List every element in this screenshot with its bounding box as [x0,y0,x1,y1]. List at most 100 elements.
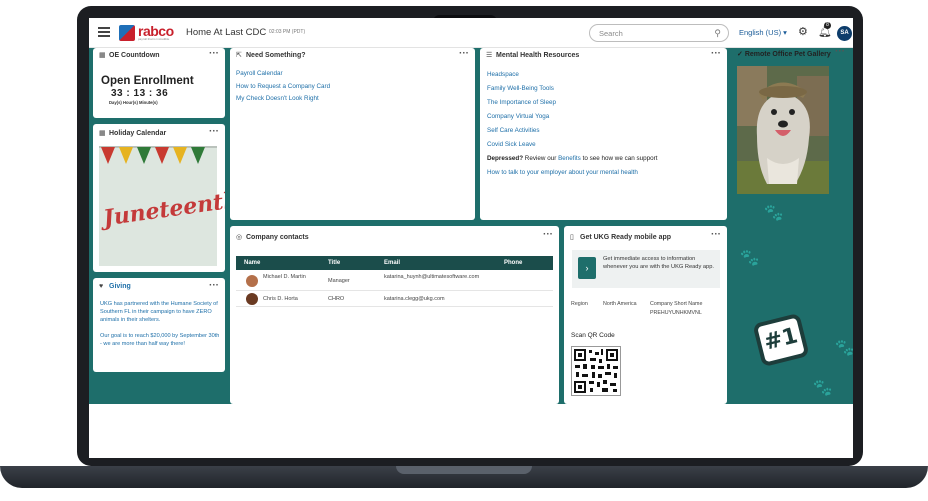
laptop-notch [396,466,532,474]
countdown-units: Day(s) Hour(s) Minute(s) [109,100,158,105]
more-options-icon[interactable]: ··· [711,229,721,240]
more-options-icon[interactable]: ··· [209,48,219,59]
more-options-icon[interactable]: ··· [543,229,553,240]
link-covid-sick-leave[interactable]: Covid Sick Leave [487,138,658,152]
contact-photo [246,293,258,305]
contact-title: CHRO [328,296,345,302]
timestamp: 02:03 PM (PDT) [269,29,306,35]
giving-paragraph: Our goal is to reach $20,000 by Septembe… [100,333,220,347]
oe-countdown-card: ▦ OE Countdown ··· Open Enrollment 33 : 1… [93,48,225,118]
quick-links: Payroll Calendar How to Request a Compan… [236,68,330,106]
dog-illustration [737,66,829,194]
qr-code[interactable] [571,346,621,396]
search-placeholder: Search [599,29,623,38]
link-payroll-calendar[interactable]: Payroll Calendar [236,68,330,81]
link-self-care[interactable]: Self Care Activities [487,124,658,138]
link-family-wellbeing[interactable]: Family Well-Being Tools [487,82,658,96]
giving-card: ♥ Giving ··· UKG has partnered with the H… [93,278,225,372]
promo-text: Get immediate access to information when… [603,256,714,270]
page-footer-area [89,404,853,458]
paw-print-icon: 🐾︎ [738,248,761,268]
logo-mark [119,25,135,41]
oe-heading: Open Enrollment [101,75,194,87]
search-icon[interactable]: ⚲ [714,28,721,39]
contact-email[interactable]: katarina.clegg@ukg.com [384,296,445,303]
link-headspace[interactable]: Headspace [487,68,658,82]
table-row[interactable]: Chris D. Horta CHRO katarina.clegg@ukg.c… [236,292,553,307]
more-options-icon[interactable]: ··· [459,48,469,59]
more-options-icon[interactable]: ··· [209,126,219,137]
qr-label: Scan QR Code [571,332,615,339]
calendar-icon: ▦ [99,52,106,59]
contact-name: Chris D. Horta [263,296,298,302]
paw-print-icon: 🐾︎ [811,378,834,398]
resource-links: Headspace Family Well-Being Tools The Im… [487,68,658,180]
company-contacts-card: ◎ Company contacts ··· Name Title Email P… [230,226,559,404]
region-label: Region [571,301,588,307]
number-one-badge: #1 [752,312,810,368]
top-bar: rabco payroll that is incredible Home At… [89,18,853,48]
app-promo[interactable]: › Get immediate access to information wh… [572,250,720,288]
need-something-card: ⇱ Need Something? ··· Payroll Calendar Ho… [230,48,475,220]
more-options-icon[interactable]: ··· [209,280,219,291]
card-title: ▦ OE Countdown [99,52,160,59]
list-icon: ☰ [486,52,493,59]
paw-print-icon: 🐾︎ [833,338,853,358]
qr-pattern [574,349,618,393]
more-options-icon[interactable]: ··· [711,48,721,59]
card-title: ♥ Giving [99,283,131,290]
card-title: ☰ Mental Health Resources [486,52,580,59]
mobile-app-card: ▯ Get UKG Ready mobile app ··· › Get imme… [564,226,727,404]
logo-tagline: payroll that is incredible [138,37,170,41]
laptop-frame: rabco payroll that is incredible Home At… [0,0,928,501]
link-check-issue[interactable]: My Check Doesn't Look Right [236,93,330,106]
bunting-flags [99,146,217,164]
juneteenth-image: Juneteenth [99,146,225,266]
paw-print-icon: 🐾︎ [762,203,785,223]
card-title: ✓ Remote Office Pet Gallery [737,51,831,58]
table-row[interactable]: Michael D. Martin Manager katarina_huynh… [236,271,553,291]
contact-email[interactable]: katarina_huynh@ultimatesoftware.com [384,274,494,281]
short-name-value: PREHUYUNHKMVNL [650,310,702,316]
contacts-icon: ◎ [236,234,243,241]
depressed-line: Depressed? Review our Benefits to see ho… [487,155,658,162]
column-header-name[interactable]: Name [244,260,260,266]
company-logo[interactable]: rabco payroll that is incredible [119,23,179,42]
short-name-label: Company Short Name [650,301,703,307]
user-avatar[interactable]: SA [837,26,852,41]
card-title: ⇱ Need Something? [236,52,306,59]
link-importance-sleep[interactable]: The Importance of Sleep [487,96,658,110]
help-icon[interactable]: ⚙ [798,25,808,38]
heart-icon: ♥ [99,283,104,290]
link-virtual-yoga[interactable]: Company Virtual Yoga [487,110,658,124]
search-input[interactable]: Search ⚲ [589,24,729,42]
card-title: ◎ Company contacts [236,234,309,241]
giving-text: UKG has partnered with the Humane Societ… [100,300,222,348]
site-title: Home At Last CDC [186,27,267,38]
phone-icon: ▯ [570,234,574,241]
notification-badge: 8 [824,22,831,29]
menu-icon[interactable] [98,27,110,37]
mental-health-card: ☰ Mental Health Resources ··· Headspace F… [480,48,727,220]
table-header: Name Title Email Phone [236,256,553,270]
more-options-icon[interactable]: ··· [835,46,845,57]
column-header-title[interactable]: Title [328,260,340,266]
app-screen: rabco payroll that is incredible Home At… [89,18,853,458]
link-request-company-card[interactable]: How to Request a Company Card [236,81,330,94]
column-header-phone[interactable]: Phone [504,260,522,266]
giving-paragraph: UKG has partnered with the Humane Societ… [100,301,218,323]
pet-photo[interactable] [737,66,829,194]
language-selector[interactable]: English (US) ▾ [739,28,787,37]
contact-photo [246,275,258,287]
countdown-digits: 33 : 13 : 36 [111,88,169,99]
app-arrow-icon: › [578,257,596,279]
juneteenth-lettering: Juneteenth [101,186,225,232]
link-benefits[interactable]: Benefits [558,155,581,162]
notifications-bell-icon[interactable]: 🔔︎ 8 [818,22,832,38]
external-link-icon: ⇱ [236,52,242,59]
link-talk-to-employer[interactable]: How to talk to your employer about your … [487,166,658,180]
column-header-email[interactable]: Email [384,260,400,266]
check-icon: ✓ [737,51,745,58]
region-value: North America [603,301,637,307]
dashboard-area: ▦ OE Countdown ··· Open Enrollment 33 : 1… [89,46,853,404]
